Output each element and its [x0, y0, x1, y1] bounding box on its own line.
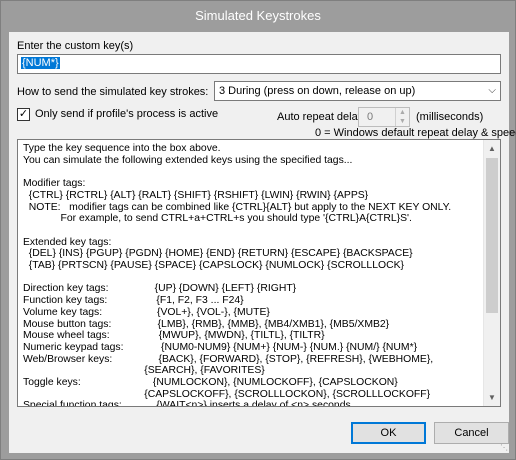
help-textarea[interactable]: Type the key sequence into the box above…	[17, 139, 501, 407]
auto-repeat-note: 0 = Windows default repeat delay & speed…	[315, 127, 516, 139]
auto-repeat-spinner[interactable]: 0 ▲ ▼	[358, 107, 410, 127]
auto-repeat-label: Auto repeat delay	[277, 111, 364, 123]
scroll-up-icon[interactable]: ▲	[484, 140, 500, 157]
auto-repeat-unit: (milliseconds)	[416, 111, 484, 123]
only-active-label[interactable]: Only send if profile's process is active	[35, 108, 218, 120]
scrollbar-thumb[interactable]	[486, 158, 498, 313]
custom-key-label: Enter the custom key(s)	[17, 40, 134, 52]
ok-button[interactable]: OK	[351, 422, 426, 444]
send-mode-label: How to send the simulated key strokes:	[17, 86, 209, 98]
auto-repeat-value: 0	[367, 111, 374, 123]
dialog-window: Simulated Keystrokes Enter the custom ke…	[0, 0, 516, 460]
resize-grip-icon[interactable]: ⋱	[500, 443, 508, 452]
window-title: Simulated Keystrokes	[195, 8, 321, 23]
spinner-buttons[interactable]: ▲ ▼	[395, 108, 409, 126]
send-mode-select[interactable]: 3 During (press on down, release on up) …	[214, 81, 501, 101]
help-scrollbar[interactable]: ▲ ▼	[483, 140, 500, 406]
chevron-down-icon: ⌵	[488, 85, 496, 96]
scroll-down-icon[interactable]: ▼	[484, 389, 500, 406]
custom-key-value: {NUM*}	[21, 57, 60, 69]
dialog-client-area: Enter the custom key(s) {NUM*} How to se…	[9, 32, 516, 453]
custom-key-input[interactable]: {NUM*}	[17, 54, 501, 74]
only-active-checkbox[interactable]: ✓	[17, 108, 30, 121]
send-mode-selected: 3 During (press on down, release on up)	[219, 85, 416, 97]
help-text: Type the key sequence into the box above…	[23, 143, 452, 407]
cancel-button[interactable]: Cancel	[434, 422, 509, 444]
